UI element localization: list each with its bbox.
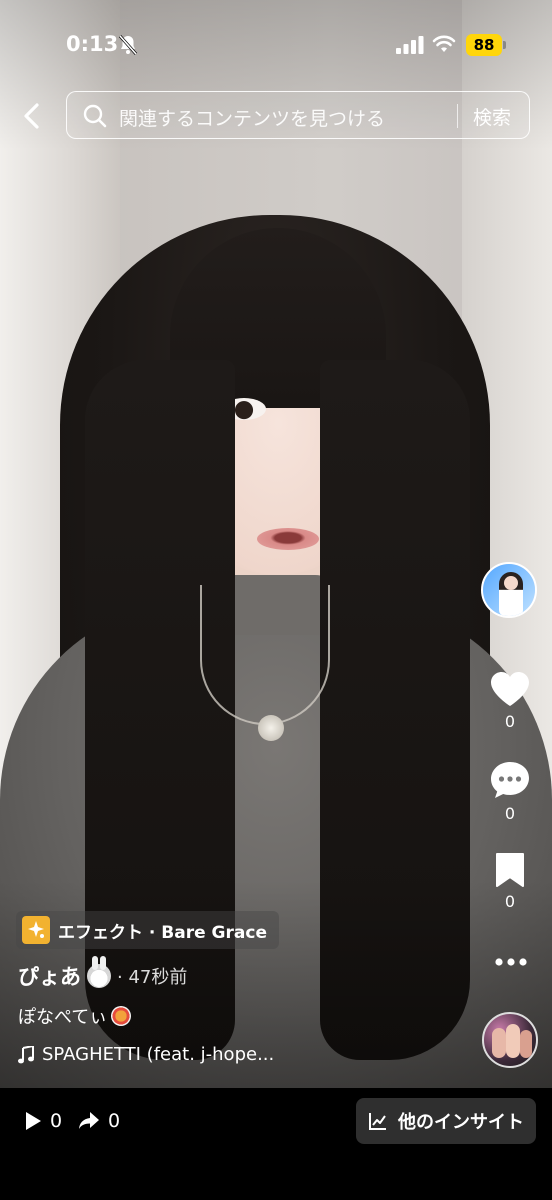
- search-icon: [83, 104, 107, 128]
- video-subject-lips: [257, 528, 319, 550]
- more-insights-button[interactable]: 他のインサイト: [356, 1098, 536, 1144]
- back-chevron-icon[interactable]: [18, 100, 46, 132]
- bookmark-button[interactable]: 0: [482, 852, 538, 911]
- like-button[interactable]: 0: [482, 670, 538, 731]
- search-divider: [457, 104, 458, 128]
- video-subject-pendant: [258, 715, 284, 741]
- status-time: 0:13: [66, 32, 119, 56]
- disc-artwork-figure: [506, 1024, 520, 1058]
- cellular-signal-icon: [396, 36, 424, 54]
- more-options-icon[interactable]: [494, 955, 528, 969]
- analytics-chart-icon: [369, 1113, 386, 1130]
- share-arrow-icon: [79, 1112, 99, 1129]
- disc-artwork-figure: [492, 1028, 506, 1058]
- author-line: ぴょあ · 47秒前: [18, 956, 188, 992]
- share-count-stat: 0: [78, 1110, 120, 1132]
- music-note-icon: [18, 1045, 34, 1063]
- author-name[interactable]: ぴょあ: [18, 961, 81, 991]
- comment-count: 0: [504, 804, 516, 823]
- search-bar[interactable]: 関連するコンテンツを見つける 検索: [66, 91, 530, 139]
- bell-muted-icon: [118, 35, 138, 55]
- avatar-face: [504, 576, 518, 590]
- video-subject-necklace: [200, 585, 330, 725]
- bottom-bar: 0 0 他のインサイト: [0, 1088, 552, 1200]
- comment-bubble-icon: [491, 762, 529, 798]
- search-placeholder[interactable]: 関連するコンテンツを見つける: [119, 104, 385, 131]
- heart-icon: [491, 672, 529, 706]
- music-disc[interactable]: [482, 1012, 538, 1068]
- effect-sparkle-icon: [22, 916, 50, 944]
- comment-button[interactable]: 0: [482, 760, 538, 823]
- effect-tag[interactable]: エフェクト · Bare Grace: [16, 911, 279, 949]
- bookmark-count: 0: [504, 892, 516, 911]
- caption-text: ぽなぺてぃ: [18, 1007, 108, 1028]
- play-icon: [26, 1112, 41, 1130]
- search-button[interactable]: 検索: [473, 103, 511, 130]
- wifi-icon: [432, 35, 456, 52]
- battery-indicator: 88: [466, 34, 502, 56]
- post-caption[interactable]: ぽなぺてぃ: [18, 1003, 132, 1029]
- battery-tip: [503, 41, 506, 49]
- share-count: 0: [108, 1110, 121, 1132]
- spaghetti-emoji-icon: [111, 1006, 132, 1026]
- insight-label: 他のインサイト: [398, 1112, 524, 1133]
- like-count: 0: [504, 712, 516, 731]
- creator-avatar[interactable]: [481, 562, 537, 618]
- play-count: 0: [50, 1110, 63, 1132]
- effect-label: エフェクト · Bare Grace: [58, 922, 267, 943]
- rabbit-emoji-icon: [87, 956, 111, 988]
- music-title: SPAGHETTI (feat. j-hope...: [42, 1044, 275, 1065]
- disc-artwork-figure: [520, 1030, 532, 1058]
- status-bar: 0:13 88: [0, 28, 552, 62]
- bookmark-icon: [496, 853, 524, 887]
- play-count-stat: 0: [24, 1110, 62, 1132]
- post-time: · 47秒前: [117, 967, 188, 988]
- music-track[interactable]: SPAGHETTI (feat. j-hope...: [18, 1044, 274, 1065]
